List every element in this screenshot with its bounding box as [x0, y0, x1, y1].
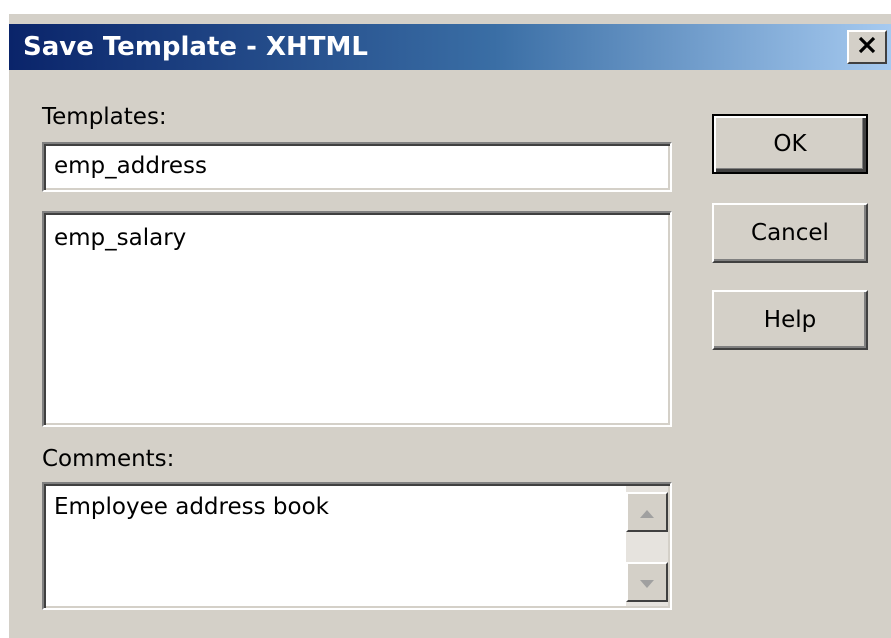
- list-item[interactable]: emp_salary: [54, 223, 186, 253]
- comments-value: Employee address book: [54, 494, 329, 520]
- window-title: Save Template - XHTML: [23, 32, 368, 62]
- close-button[interactable]: [847, 30, 887, 64]
- scroll-up-arrow-icon: [639, 499, 655, 525]
- comments-label: Comments:: [42, 446, 175, 472]
- templates-label: Templates:: [42, 104, 167, 130]
- template-name-input[interactable]: emp_address: [42, 142, 672, 192]
- scroll-up-button[interactable]: [626, 492, 668, 532]
- cancel-button[interactable]: Cancel: [712, 203, 868, 263]
- comments-textarea[interactable]: Employee address book: [42, 482, 672, 610]
- ok-button-label: OK: [773, 131, 807, 157]
- cancel-button-label: Cancel: [751, 220, 829, 246]
- title-bar[interactable]: Save Template - XHTML: [9, 24, 891, 70]
- help-button-label: Help: [763, 307, 817, 333]
- templates-list[interactable]: emp_salary: [42, 211, 672, 427]
- close-icon: [857, 36, 877, 58]
- template-name-value: emp_address: [54, 153, 208, 179]
- comments-scrollbar[interactable]: [626, 486, 668, 606]
- help-button[interactable]: Help: [712, 290, 868, 350]
- scroll-down-arrow-icon: [639, 569, 655, 595]
- scroll-down-button[interactable]: [626, 562, 668, 602]
- ok-button[interactable]: OK: [712, 114, 868, 174]
